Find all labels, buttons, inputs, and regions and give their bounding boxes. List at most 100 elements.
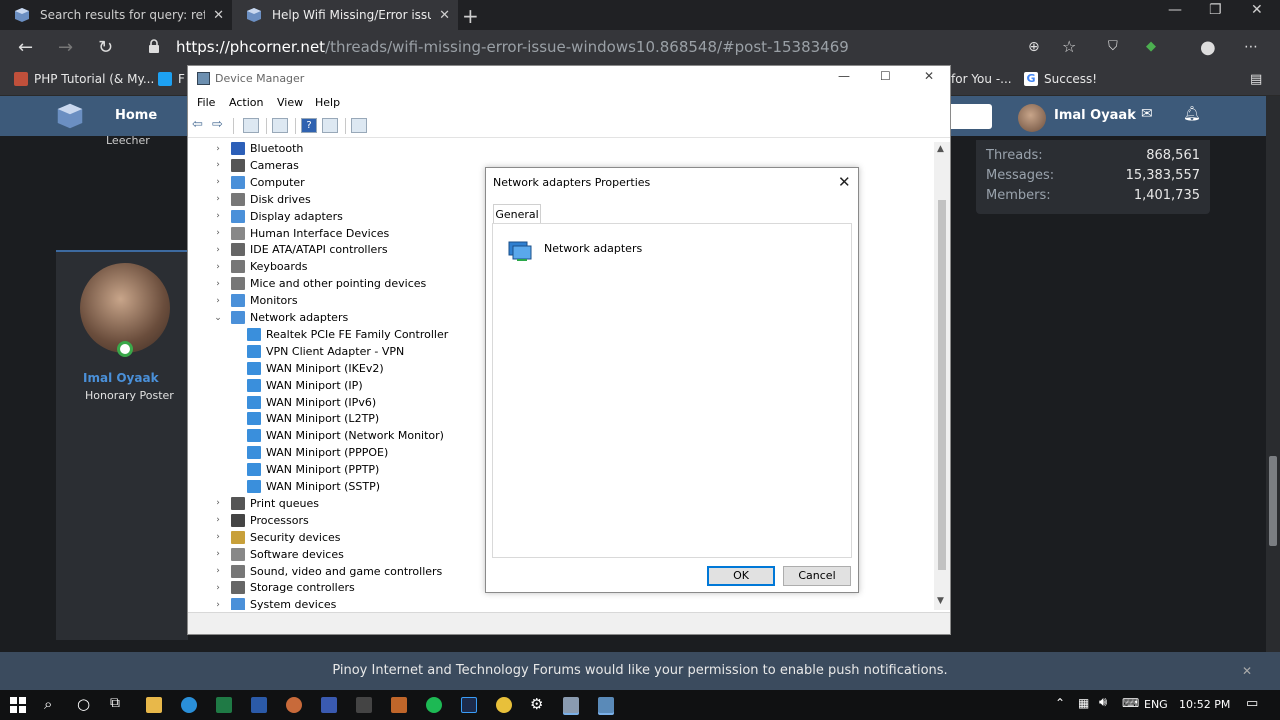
chevron-right-icon[interactable]: › xyxy=(213,532,223,542)
chevron-up-icon[interactable]: ⌃ xyxy=(1055,696,1065,710)
action-center-icon[interactable]: ▭ xyxy=(1246,696,1258,711)
close-window-icon[interactable]: ✕ xyxy=(1251,2,1263,18)
tree-device-network-adapter[interactable]: VPN Client Adapter - VPN xyxy=(247,343,404,360)
clock[interactable]: 10:52 PM xyxy=(1179,698,1230,711)
mail-icon[interactable]: ✉ xyxy=(1141,106,1153,122)
cancel-button[interactable]: Cancel xyxy=(783,566,851,586)
extension-icon[interactable]: ◆ xyxy=(1146,39,1156,54)
star-icon[interactable]: ☆ xyxy=(1062,37,1076,56)
chevron-right-icon[interactable]: › xyxy=(213,144,223,154)
windows-start-icon[interactable] xyxy=(10,697,26,713)
app-icon[interactable] xyxy=(356,697,372,713)
search-icon[interactable]: ⌕ xyxy=(44,695,52,713)
avatar[interactable] xyxy=(80,263,170,353)
tree-category[interactable]: › Disk drives xyxy=(213,191,311,208)
minimize-icon[interactable]: — xyxy=(1168,2,1182,18)
word-icon[interactable] xyxy=(251,697,267,713)
ok-button[interactable]: OK xyxy=(707,566,775,586)
forward-icon[interactable]: → xyxy=(58,37,73,58)
restore-icon[interactable]: ❐ xyxy=(1209,2,1222,18)
task-view-icon[interactable]: ⧉ xyxy=(110,695,120,711)
excel-icon[interactable] xyxy=(216,697,232,713)
bookmark-success[interactable]: G Success! xyxy=(1024,72,1097,86)
chevron-right-icon[interactable]: › xyxy=(213,583,223,593)
sublime-icon[interactable] xyxy=(391,697,407,713)
scroll-up-icon[interactable]: ▲ xyxy=(937,144,944,154)
spotify-icon[interactable] xyxy=(426,697,442,713)
tree-device-network-adapter[interactable]: WAN Miniport (IP) xyxy=(247,377,363,394)
reading-list-icon[interactable]: ▤ xyxy=(1250,72,1262,87)
edge-icon[interactable] xyxy=(181,697,197,713)
browser-tab-active[interactable]: Help Wifi Missing/Error issue Wi ✕ xyxy=(232,0,458,30)
tree-device-network-adapter[interactable]: Realtek PCIe FE Family Controller xyxy=(247,326,448,343)
minimize-icon[interactable]: — xyxy=(838,69,850,83)
properties-icon[interactable] xyxy=(272,118,288,133)
tree-device-network-adapter[interactable]: WAN Miniport (PPTP) xyxy=(247,461,379,478)
menu-view[interactable]: View xyxy=(277,96,303,109)
site-logo-icon[interactable] xyxy=(56,102,84,130)
more-menu-icon[interactable]: ⋯ xyxy=(1244,39,1258,55)
nav-home[interactable]: Home xyxy=(115,108,157,123)
tree-category[interactable]: › Computer xyxy=(213,174,305,191)
tree-category[interactable]: › Keyboards xyxy=(213,258,307,275)
tree-device-network-adapter[interactable]: WAN Miniport (L2TP) xyxy=(247,410,379,427)
network-tray-icon[interactable]: ▦ xyxy=(1078,696,1089,710)
chevron-right-icon[interactable]: › xyxy=(213,279,223,289)
chevron-right-icon[interactable]: › xyxy=(213,211,223,221)
chevron-right-icon[interactable]: › xyxy=(213,296,223,306)
tree-category[interactable]: › Human Interface Devices xyxy=(213,225,389,242)
app-icon[interactable] xyxy=(321,697,337,713)
tree-device-network-adapter[interactable]: WAN Miniport (PPPOE) xyxy=(247,444,388,461)
profile-icon[interactable]: ● xyxy=(1200,37,1216,58)
tree-category[interactable]: › Monitors xyxy=(213,292,298,309)
settings-icon[interactable]: ⚙ xyxy=(530,695,543,713)
forward-icon[interactable]: ⇨ xyxy=(212,117,223,132)
bookmark-php-tutorial[interactable]: PHP Tutorial (& My... xyxy=(14,72,154,86)
volume-icon[interactable]: 🔊︎ xyxy=(1099,695,1107,710)
chevron-right-icon[interactable]: › xyxy=(213,160,223,170)
tree-category[interactable]: › Software devices xyxy=(213,546,344,563)
tree-category[interactable]: › Display adapters xyxy=(213,208,343,225)
back-icon[interactable]: ← xyxy=(18,37,33,58)
tree-device-network-adapter[interactable]: WAN Miniport (IPv6) xyxy=(247,394,376,411)
tree-category[interactable]: › IDE ATA/ATAPI controllers xyxy=(213,241,388,258)
chevron-right-icon[interactable]: › xyxy=(213,177,223,187)
tree-category[interactable]: › System devices xyxy=(213,596,336,610)
cortana-icon[interactable]: ○ xyxy=(77,695,90,713)
file-explorer-icon[interactable] xyxy=(146,697,162,713)
tree-category[interactable]: › Sound, video and game controllers xyxy=(213,563,442,580)
driver-icon[interactable] xyxy=(322,118,338,133)
network-properties-taskbar-icon[interactable] xyxy=(598,697,614,713)
tree-device-network-adapter[interactable]: WAN Miniport (Network Monitor) xyxy=(247,427,444,444)
tree-category[interactable]: › Storage controllers xyxy=(213,579,355,596)
bookmark-for-you[interactable]: for You -... xyxy=(951,72,1012,86)
chevron-right-icon[interactable]: › xyxy=(213,262,223,272)
language-indicator[interactable]: ENG xyxy=(1144,698,1168,711)
close-icon[interactable]: ✕ xyxy=(439,8,450,23)
menu-file[interactable]: File xyxy=(197,96,215,109)
chevron-right-icon[interactable]: › xyxy=(213,515,223,525)
chevron-right-icon[interactable]: › xyxy=(213,245,223,255)
maximize-icon[interactable]: ☐ xyxy=(880,69,891,83)
browser-tab-search[interactable]: Search results for query: reforma ✕ xyxy=(0,0,232,30)
tree-category[interactable]: ⌄ Network adapters xyxy=(213,309,348,326)
tree-device-network-adapter[interactable]: WAN Miniport (SSTP) xyxy=(247,478,380,495)
chevron-right-icon[interactable]: › xyxy=(213,549,223,559)
chevron-right-icon[interactable]: › xyxy=(213,194,223,204)
tree-category[interactable]: › Mice and other pointing devices xyxy=(213,275,426,292)
url-input[interactable]: https://phcorner.net/threads/wifi-missin… xyxy=(176,38,849,56)
chevron-right-icon[interactable]: › xyxy=(213,228,223,238)
close-icon[interactable]: ✕ xyxy=(213,8,224,23)
chevron-right-icon[interactable]: › xyxy=(213,498,223,508)
bell-icon[interactable]: 🔔︎ xyxy=(1183,106,1201,122)
tree-category[interactable]: › Print queues xyxy=(213,495,319,512)
tree-device-network-adapter[interactable]: WAN Miniport (IKEv2) xyxy=(247,360,384,377)
scrollbar-thumb[interactable] xyxy=(938,200,946,570)
tree-category[interactable]: › Cameras xyxy=(213,157,299,174)
tree-category[interactable]: › Security devices xyxy=(213,529,341,546)
tree-category[interactable]: › Processors xyxy=(213,512,309,529)
help-icon[interactable]: ? xyxy=(301,118,317,133)
new-tab-icon[interactable]: + xyxy=(462,4,479,28)
site-search-input[interactable] xyxy=(948,104,992,129)
close-icon[interactable]: ✕ xyxy=(1242,652,1252,690)
